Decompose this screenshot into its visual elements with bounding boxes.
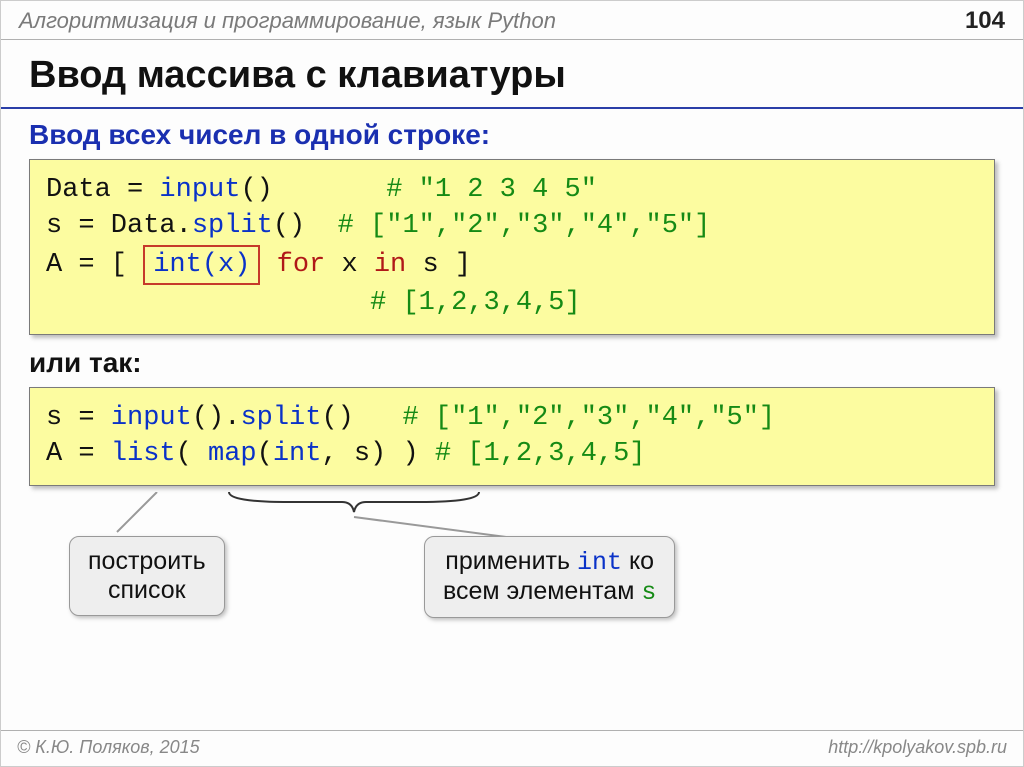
- code-text: (: [257, 439, 273, 469]
- footer-bar: © К.Ю. Поляков, 2015 http://kpolyakov.sp…: [1, 730, 1023, 766]
- code-keyword: in: [374, 250, 406, 280]
- code-text: , s) ): [321, 439, 434, 469]
- code-keyword: input: [159, 175, 240, 205]
- code-pad: [46, 288, 370, 318]
- header-bar: Алгоритмизация и программирование, язык …: [1, 1, 1023, 40]
- code-text: Data: [46, 175, 111, 205]
- code-keyword: split: [240, 403, 321, 433]
- footer-copyright: © К.Ю. Поляков, 2015: [17, 737, 200, 758]
- code-text: (): [321, 403, 402, 433]
- code-text: (): [240, 175, 386, 205]
- pointer-left: [97, 492, 187, 542]
- or-label: или так:: [29, 347, 995, 379]
- callout-text-part: применить: [445, 547, 577, 575]
- code-comment: # "1 2 3 4 5": [386, 175, 597, 205]
- callout-left: построить список: [69, 536, 225, 616]
- code-comment: # [1,2,3,4,5]: [370, 288, 581, 318]
- code-text: A: [46, 250, 62, 280]
- callout-text: всем элементам s: [443, 577, 656, 607]
- callout-text-part: всем элементам: [443, 577, 641, 605]
- code-text: x: [325, 250, 374, 280]
- code-text: = Data.: [62, 211, 192, 241]
- code-keyword: int: [273, 439, 322, 469]
- code-text: =: [62, 439, 111, 469]
- code-text: ().: [192, 403, 241, 433]
- code-text: (): [273, 211, 338, 241]
- code-keyword: map: [208, 439, 257, 469]
- callout-text: список: [88, 576, 206, 605]
- code-keyword: split: [192, 211, 273, 241]
- callout-s: s: [641, 578, 656, 607]
- code-keyword: list: [111, 439, 176, 469]
- header-title: Алгоритмизация и программирование, язык …: [19, 8, 556, 34]
- code-text: [260, 250, 276, 280]
- page-title: Ввод массива с клавиатуры: [1, 40, 1023, 107]
- code-keyword: for: [277, 250, 326, 280]
- callouts-area: построить список применить int ко всем э…: [29, 494, 995, 644]
- callout-int: int: [577, 548, 622, 577]
- code-text: s: [46, 211, 62, 241]
- code-text: A: [46, 439, 62, 469]
- code-block-2: s = input().split() # ["1","2","3","4","…: [29, 387, 995, 486]
- content: Ввод всех чисел в одной строке: Data = i…: [1, 109, 1023, 644]
- code-text: =: [62, 403, 111, 433]
- code-text: = [: [62, 250, 143, 280]
- code-text: s: [46, 403, 62, 433]
- code-text: s ]: [406, 250, 471, 280]
- code-comment: # ["1","2","3","4","5"]: [338, 211, 711, 241]
- code-keyword: input: [111, 403, 192, 433]
- code-comment: # [1,2,3,4,5]: [435, 439, 646, 469]
- callout-text-part: ко: [622, 547, 654, 575]
- callout-right: применить int ко всем элементам s: [424, 536, 675, 618]
- page-number: 104: [965, 7, 1005, 35]
- code-text: (: [176, 439, 208, 469]
- highlighted-intx: int(x): [143, 245, 260, 285]
- code-comment: # ["1","2","3","4","5"]: [402, 403, 775, 433]
- code-block-1: Data = input() # "1 2 3 4 5" s = Data.sp…: [29, 159, 995, 335]
- footer-url: http://kpolyakov.spb.ru: [828, 737, 1007, 758]
- callout-text: построить: [88, 547, 206, 576]
- section1-lead: Ввод всех чисел в одной строке:: [29, 119, 995, 151]
- callout-text: применить int ко: [443, 547, 656, 577]
- code-text: =: [111, 175, 160, 205]
